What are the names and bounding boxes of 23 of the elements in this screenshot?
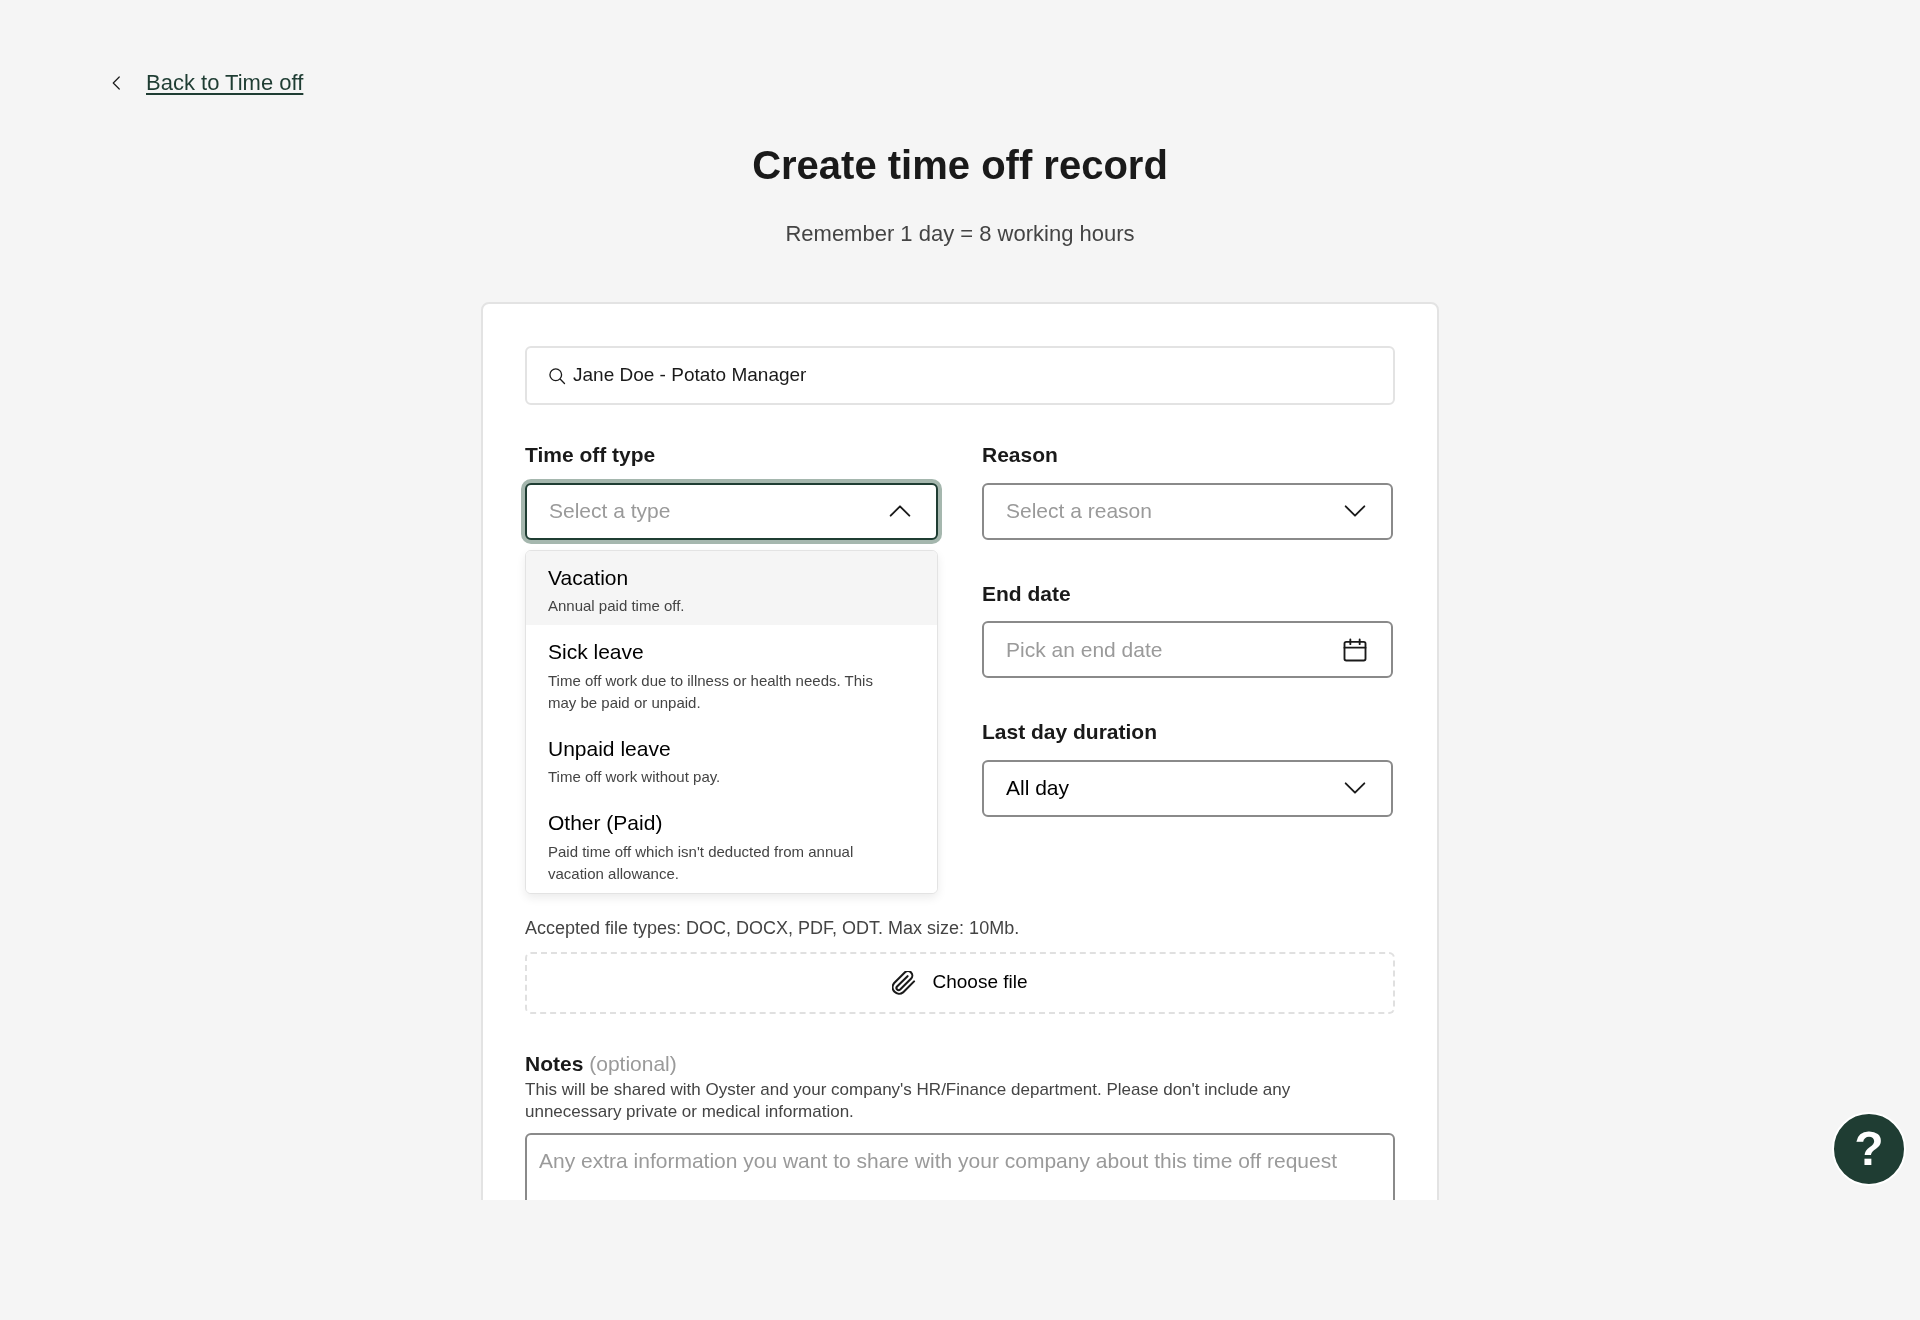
duration-select[interactable]: All day [982, 759, 1393, 817]
choose-file-button[interactable]: Choose file [525, 951, 1395, 1014]
dropdown-option[interactable]: Vacation Annual paid time off. [526, 550, 937, 625]
search-icon [547, 365, 567, 386]
help-button[interactable]: ? [1832, 1112, 1906, 1186]
employee-search-field[interactable]: Jane Doe - Potato Manager [525, 346, 1395, 405]
field-label: Last day duration [982, 719, 1159, 745]
dropdown-option[interactable]: Unpaid leave Time off work without pay. [526, 721, 937, 796]
file-types-hint: Accepted file types: DOC, DOCX, PDF, ODT. Max size: 10Mb. [525, 916, 1021, 940]
dropdown-option[interactable]: Other (Paid) Paid time off which isn't deducted from annual vacation allowance. [526, 796, 937, 893]
field-label: End date [982, 580, 1072, 607]
notes-field[interactable]: Any extra information you want to share with your company about this time off request [525, 1133, 1395, 1200]
notes-label: Notes [525, 1051, 584, 1075]
field-label: Time off type [525, 442, 657, 468]
back-link[interactable]: Back to Time off [146, 66, 304, 99]
search-value: Jane Doe - Potato Manager [573, 363, 807, 388]
page-title: Create time off record [751, 142, 1169, 189]
optional-label: (optional) [589, 1051, 677, 1075]
paperclip-icon [892, 970, 917, 995]
notes-hint: This will be shared with Oyster and your company's HR/Finance department. Please don't include any unnecessary private or medical information. [525, 1079, 1292, 1123]
dropdown-option[interactable]: Sick leave Time off work due to illness or health needs. This may be paid or unpaid. [526, 625, 937, 722]
field-label: Reason [982, 442, 1059, 468]
subtitle: Remember 1 day = 8 working hours [784, 220, 1136, 248]
